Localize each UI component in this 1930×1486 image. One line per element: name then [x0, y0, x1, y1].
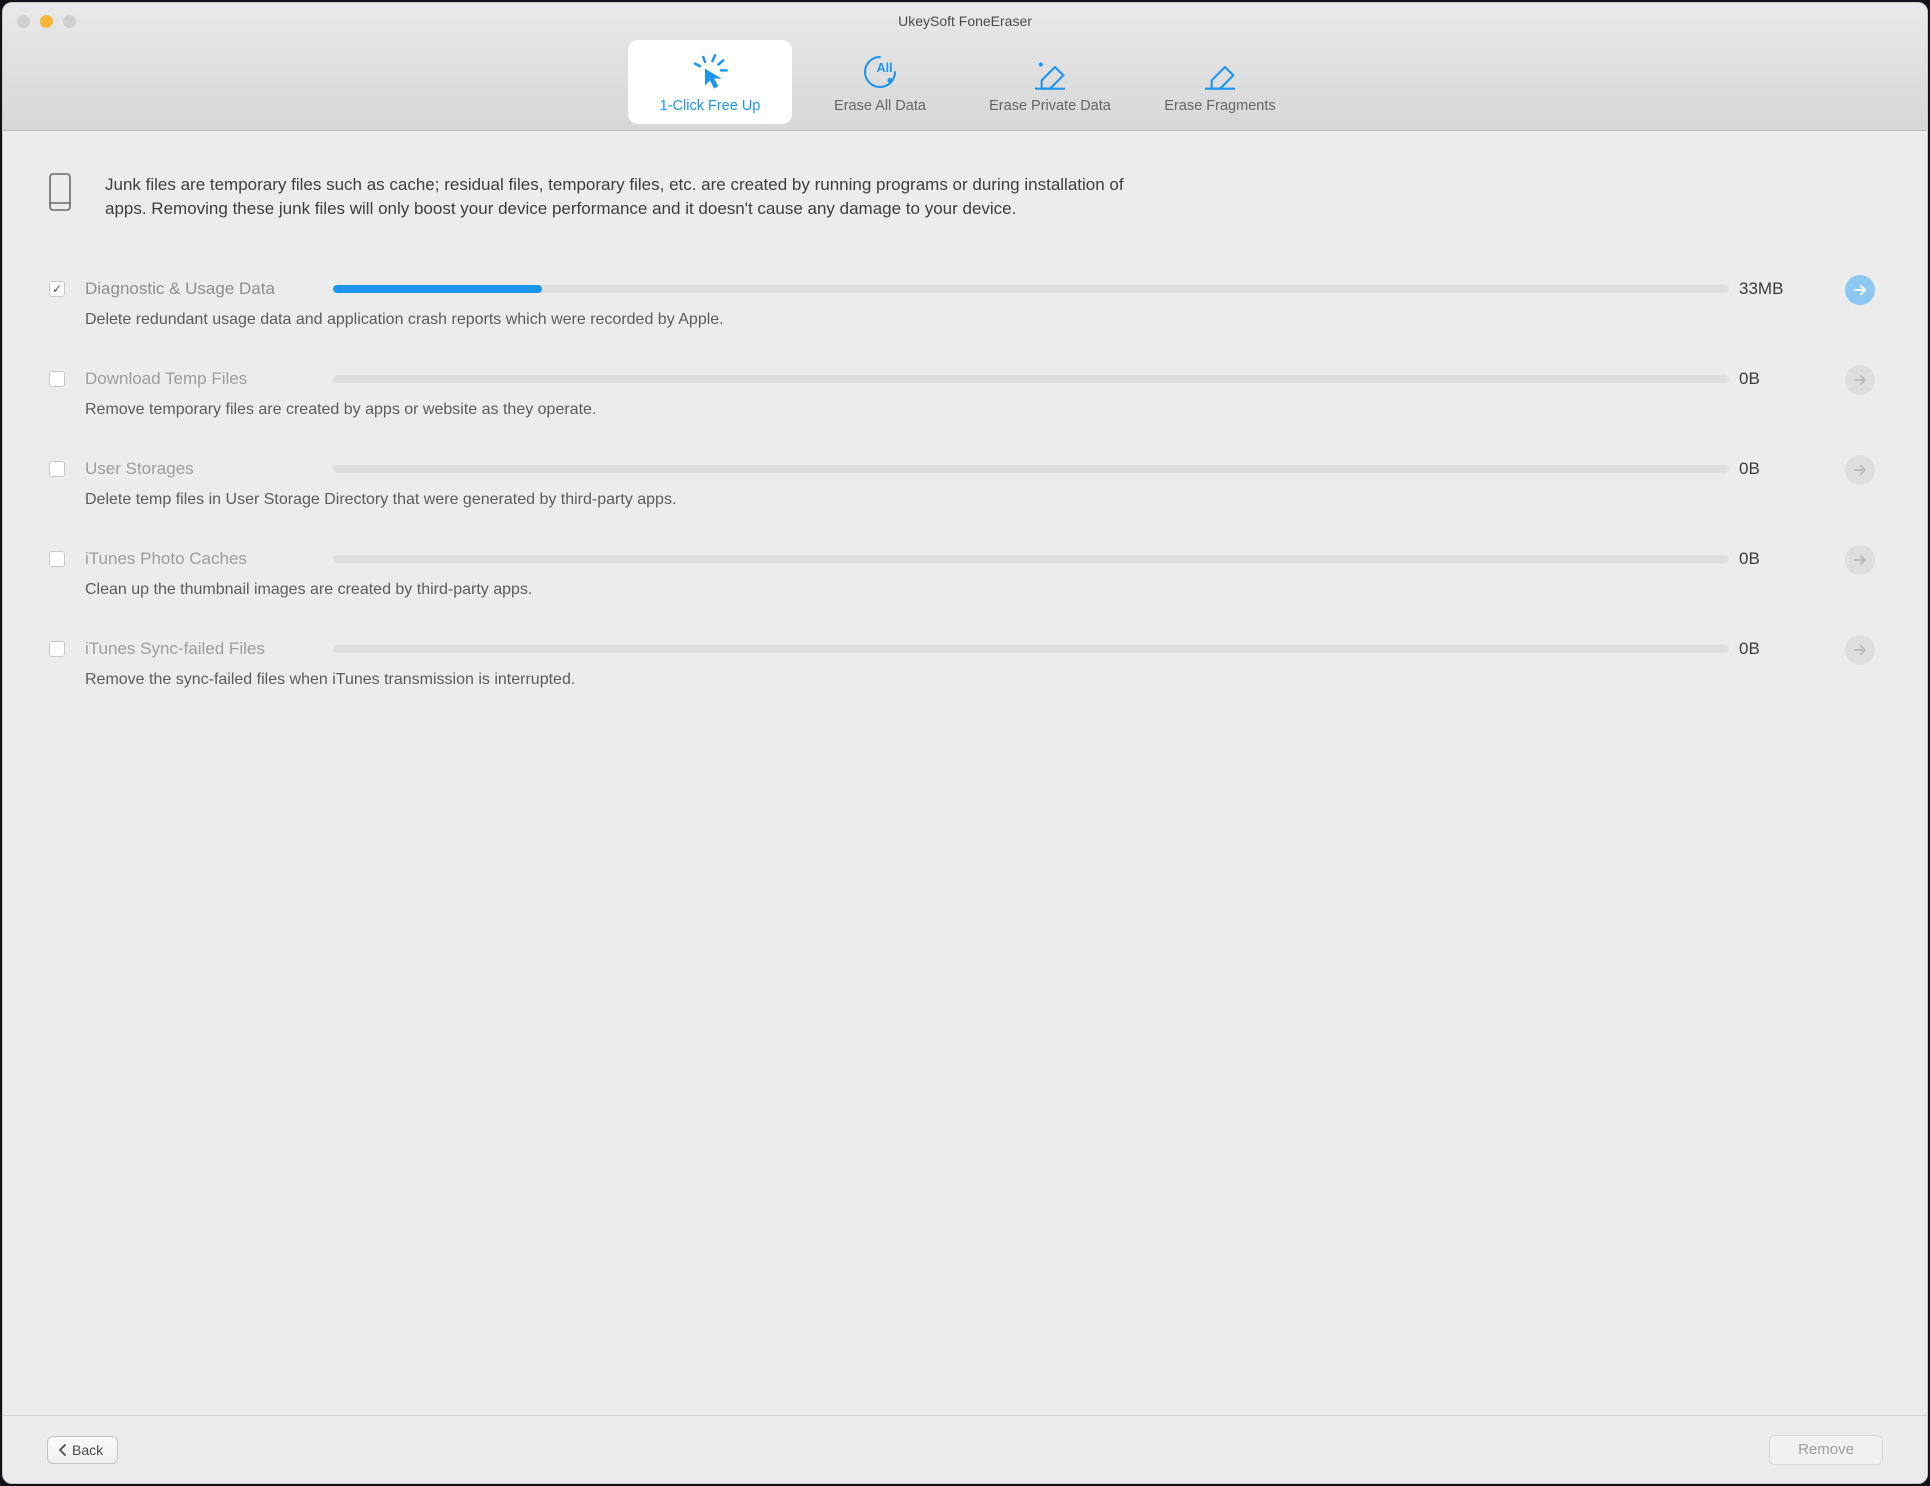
arrow-right-icon	[1852, 642, 1868, 658]
progress-bar	[333, 285, 1729, 293]
details-arrow-button[interactable]	[1845, 635, 1875, 665]
item-subtitle: Clean up the thumbnail images are create…	[85, 581, 1889, 599]
eraser-private-icon	[1030, 52, 1070, 92]
list-item: Diagnostic & Usage Data 33MB Delete redund…	[49, 279, 1889, 329]
tab-erase-private-data[interactable]: Erase Private Data	[968, 40, 1132, 124]
tab-erase-all-data[interactable]: All Erase All Data	[798, 40, 962, 124]
remove-label: Remove	[1798, 1441, 1854, 1458]
item-title: Download Temp Files	[85, 369, 323, 389]
item-subtitle: Remove temporary files are created by ap…	[85, 401, 1889, 419]
details-arrow-button[interactable]	[1845, 455, 1875, 485]
tab-label: Erase Private Data	[989, 98, 1111, 114]
arrow-right-icon	[1852, 372, 1868, 388]
details-arrow-button[interactable]	[1845, 365, 1875, 395]
content-area: Junk files are temporary files such as c…	[3, 131, 1927, 1415]
items-list: Diagnostic & Usage Data 33MB Delete redund…	[49, 279, 1889, 689]
item-size: 0B	[1739, 369, 1835, 389]
checkbox[interactable]	[49, 551, 65, 567]
chevron-left-icon	[58, 1444, 68, 1456]
tab-label: Erase Fragments	[1164, 98, 1275, 114]
window-title: UkeySoft FoneEraser	[3, 13, 1927, 29]
list-item: User Storages 0B Delete temp files in User…	[49, 459, 1889, 509]
item-size: 0B	[1739, 639, 1835, 659]
details-arrow-button[interactable]	[1845, 275, 1875, 305]
checkbox[interactable]	[49, 281, 65, 297]
item-title: Diagnostic & Usage Data	[85, 279, 323, 299]
checkbox[interactable]	[49, 461, 65, 477]
item-size: 33MB	[1739, 279, 1835, 299]
list-item: Download Temp Files 0B Remove temporary fi…	[49, 369, 1889, 419]
checkbox[interactable]	[49, 641, 65, 657]
list-item: iTunes Photo Caches 0B Clean up the thumbn…	[49, 549, 1889, 599]
tab-1-click-free-up[interactable]: 1-Click Free Up	[628, 40, 792, 124]
cursor-click-icon	[690, 52, 730, 92]
arrow-right-icon	[1852, 462, 1868, 478]
progress-bar	[333, 375, 1729, 383]
details-arrow-button[interactable]	[1845, 545, 1875, 575]
phone-icon	[49, 173, 71, 211]
item-size: 0B	[1739, 549, 1835, 569]
intro-section: Junk files are temporary files such as c…	[49, 173, 1889, 221]
footer-bar: Back Remove	[3, 1415, 1927, 1483]
tab-label: 1-Click Free Up	[660, 98, 761, 114]
back-button[interactable]: Back	[47, 1436, 118, 1464]
item-subtitle: Delete temp files in User Storage Direct…	[85, 491, 1889, 509]
progress-bar	[333, 465, 1729, 473]
main-tabs: 1-Click Free Up All Erase All Data	[3, 40, 1927, 124]
svg-text:All: All	[877, 61, 893, 75]
erase-all-icon: All	[860, 52, 900, 92]
eraser-fragments-icon	[1200, 52, 1240, 92]
checkbox[interactable]	[49, 371, 65, 387]
progress-bar	[333, 645, 1729, 653]
arrow-right-icon	[1852, 282, 1868, 298]
title-bar: UkeySoft FoneEraser 1-Click Free Up	[3, 3, 1927, 131]
progress-bar	[333, 555, 1729, 563]
item-title: iTunes Sync-failed Files	[85, 639, 323, 659]
item-subtitle: Remove the sync-failed files when iTunes…	[85, 671, 1889, 689]
app-window: UkeySoft FoneEraser 1-Click Free Up	[2, 2, 1928, 1484]
arrow-right-icon	[1852, 552, 1868, 568]
remove-button[interactable]: Remove	[1769, 1435, 1883, 1465]
back-label: Back	[72, 1442, 103, 1458]
item-subtitle: Delete redundant usage data and applicat…	[85, 311, 1889, 329]
progress-fill	[333, 285, 542, 293]
item-title: iTunes Photo Caches	[85, 549, 323, 569]
item-size: 0B	[1739, 459, 1835, 479]
intro-text: Junk files are temporary files such as c…	[105, 173, 1165, 221]
list-item: iTunes Sync-failed Files 0B Remove the syn…	[49, 639, 1889, 689]
tab-erase-fragments[interactable]: Erase Fragments	[1138, 40, 1302, 124]
item-title: User Storages	[85, 459, 323, 479]
tab-label: Erase All Data	[834, 98, 926, 114]
